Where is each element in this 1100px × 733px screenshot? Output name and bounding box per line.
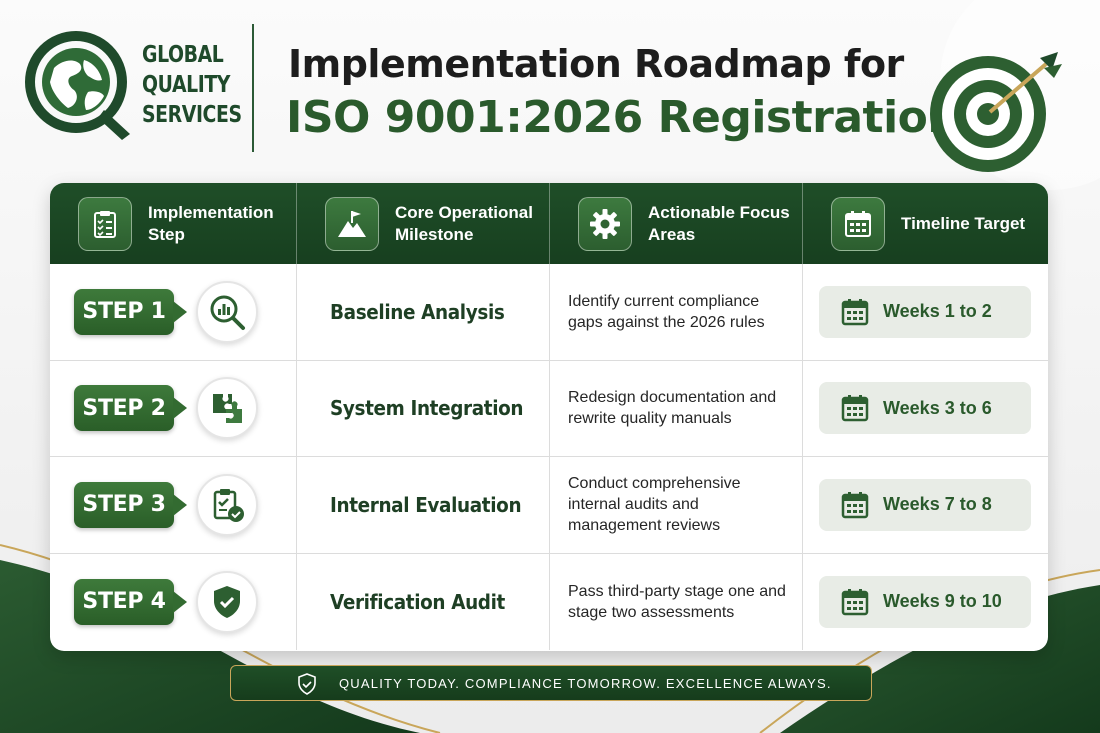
timeline-pill: Weeks 1 to 2 — [819, 285, 1031, 338]
clipboard-check-icon — [196, 473, 258, 536]
milestone-cell: Internal Evaluation — [297, 457, 550, 553]
page-title-line-1: Implementation Roadmap for — [288, 42, 904, 86]
calendar-icon — [831, 196, 885, 251]
step-cell: STEP 2 — [50, 360, 297, 456]
focus-cell: Identify current compliance gaps against… — [550, 264, 803, 360]
focus-text: Conduct comprehensive internal audits an… — [568, 475, 741, 535]
header-divider — [252, 24, 254, 152]
timeline-label: Weeks 9 to 10 — [883, 591, 1002, 612]
step-badge: STEP 2 — [74, 385, 187, 432]
step-badge: STEP 4 — [74, 578, 187, 625]
milestone-label: Verification Audit — [330, 589, 505, 614]
timeline-pill: Weeks 7 to 8 — [819, 478, 1031, 531]
header-timeline-target: Timeline Target — [803, 183, 1048, 264]
header: GLOBAL QUALITY SERVICES Implementation R… — [0, 0, 1100, 180]
tagline-text: QUALITY TODAY. COMPLIANCE TOMORROW. EXCE… — [339, 675, 832, 691]
page-title-line-2: ISO 9001:2026 Registration — [286, 92, 959, 143]
calendar-icon — [841, 491, 869, 518]
header-core-milestone: Core Operational Milestone — [297, 183, 550, 264]
mountain-flag-icon — [325, 196, 379, 251]
table-row: STEP 4 Verification Audit Pass third-par… — [50, 553, 1048, 651]
timeline-label: Weeks 1 to 2 — [883, 301, 992, 322]
table-row: STEP 1 Baseline Analysis Identify curren… — [50, 264, 1048, 361]
timeline-pill: Weeks 9 to 10 — [819, 575, 1031, 628]
shield-check-icon — [196, 570, 258, 633]
milestone-cell: Baseline Analysis — [297, 264, 550, 360]
focus-text: Pass third-party stage one and stage two… — [568, 582, 786, 621]
table-row: STEP 2 System Integration Redesign docum… — [50, 360, 1048, 457]
milestone-label: System Integration — [330, 396, 524, 421]
roadmap-table: Implementation Step Core Operational Mil… — [50, 183, 1048, 651]
header-implementation-step: Implementation Step — [50, 183, 297, 264]
focus-cell: Pass third-party stage one and stage two… — [550, 553, 803, 650]
gear-icon — [578, 196, 632, 251]
focus-cell: Conduct comprehensive internal audits an… — [550, 457, 803, 553]
puzzle-icon — [196, 377, 258, 440]
step-badge: STEP 1 — [74, 288, 187, 335]
header-label: Implementation Step — [148, 202, 274, 244]
timeline-cell: Weeks 3 to 6 — [803, 361, 1048, 457]
calendar-icon — [841, 298, 869, 325]
timeline-label: Weeks 7 to 8 — [883, 494, 992, 515]
target-arrow-icon — [930, 52, 1062, 172]
header-label: Core Operational Milestone — [395, 202, 533, 244]
milestone-cell: Verification Audit — [297, 553, 550, 650]
header-label: Actionable Focus Areas — [648, 202, 790, 244]
brand-name: GLOBAL QUALITY SERVICES — [142, 40, 242, 130]
shield-check-icon — [298, 673, 316, 695]
focus-cell: Redesign documentation and rewrite quali… — [550, 360, 803, 456]
milestone-cell: System Integration — [297, 360, 550, 456]
timeline-cell: Weeks 9 to 10 — [803, 554, 1048, 651]
milestone-label: Baseline Analysis — [330, 299, 505, 324]
brand-line: GLOBAL — [142, 42, 224, 68]
clipboard-checklist-icon — [78, 196, 132, 251]
timeline-cell: Weeks 7 to 8 — [803, 457, 1048, 553]
calendar-icon — [841, 588, 869, 615]
magnifier-chart-icon — [196, 280, 258, 343]
step-cell: STEP 4 — [50, 553, 297, 650]
step-badge: STEP 3 — [74, 481, 187, 528]
brand-line: SERVICES — [142, 102, 242, 128]
header-label: Timeline Target — [901, 213, 1026, 233]
focus-text: Redesign documentation and rewrite quali… — [568, 389, 777, 428]
table-header: Implementation Step Core Operational Mil… — [50, 183, 1048, 264]
timeline-label: Weeks 3 to 6 — [883, 397, 992, 418]
brand-line: QUALITY — [142, 72, 231, 98]
globe-logo-icon — [25, 31, 130, 140]
focus-text: Identify current compliance gaps against… — [568, 292, 765, 331]
timeline-cell: Weeks 1 to 2 — [803, 264, 1048, 360]
step-cell: STEP 1 — [50, 264, 297, 360]
calendar-icon — [841, 395, 869, 422]
step-cell: STEP 3 — [50, 457, 297, 553]
table-row: STEP 3 Internal Evaluation Conduct compr… — [50, 457, 1048, 554]
milestone-label: Internal Evaluation — [330, 492, 522, 517]
header-focus-areas: Actionable Focus Areas — [550, 183, 803, 264]
timeline-pill: Weeks 3 to 6 — [819, 382, 1031, 435]
tagline-banner: QUALITY TODAY. COMPLIANCE TOMORROW. EXCE… — [230, 665, 872, 701]
